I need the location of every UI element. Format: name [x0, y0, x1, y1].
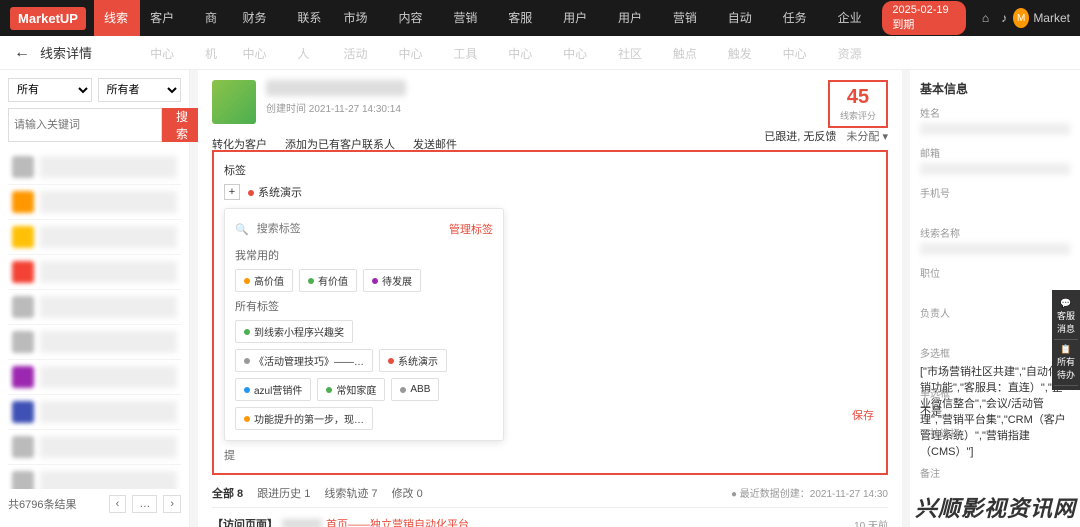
nav-item-4[interactable]: 联系人 — [287, 0, 333, 36]
info-panel-title: 基本信息 — [920, 80, 1070, 97]
tag-panel: 标签 + 系统演示 管理标签 我常用的 高价值有价值待发展 所有标签 到线索小程… — [212, 150, 888, 475]
lead-detail-panel: 创建时间 2021-11-27 14:30:14 45 线索评分 转化为客户添加… — [198, 70, 902, 527]
activity-tab-2[interactable]: 线索轨迹 7 — [324, 485, 377, 501]
score-label: 线索评分 — [840, 109, 876, 122]
activity-tab-1[interactable]: 跟进历史 1 — [257, 485, 310, 501]
score-box: 45 线索评分 — [828, 80, 888, 128]
lead-item[interactable] — [8, 430, 181, 465]
pager-more[interactable]: … — [132, 495, 157, 513]
nav-item-11[interactable]: 营销触点 — [663, 0, 718, 36]
total-count: 共6796条结果 — [8, 496, 76, 512]
activity-tab-3[interactable]: 修改 0 — [392, 485, 423, 501]
info-field: 姓名 — [920, 105, 1070, 135]
brand-logo[interactable]: MarketUP — [10, 7, 86, 30]
recent-tags-title: 我常用的 — [235, 247, 493, 263]
lead-avatar — [212, 80, 256, 124]
tag-chip[interactable]: 系统演示 — [379, 349, 447, 372]
activity-tab-0[interactable]: 全部 8 — [212, 485, 243, 501]
lead-item[interactable] — [8, 185, 181, 220]
nav-item-12[interactable]: 自动触发 — [718, 0, 773, 36]
manage-tags-link[interactable]: 管理标签 — [449, 221, 493, 237]
nav-item-1[interactable]: 客户中心 — [140, 0, 195, 36]
assign-status[interactable]: 未分配 ▾ — [846, 128, 888, 144]
tag-chip[interactable]: azul营销件 — [235, 378, 311, 401]
back-arrow-icon[interactable]: ← — [14, 44, 30, 62]
activity-item: 【访问页面】首页——独立营销自动化平台10 天前来自：https://www.m… — [212, 508, 888, 527]
tag-section-label: 标签 — [224, 162, 876, 178]
tag-chip[interactable]: ABB — [391, 378, 439, 401]
activity-list: 【访问页面】首页——独立营销自动化平台10 天前来自：https://www.m… — [212, 508, 888, 527]
nav-item-13[interactable]: 任务中心 — [773, 0, 828, 36]
lead-item[interactable] — [8, 325, 181, 360]
user-avatar-icon[interactable]: M — [1013, 8, 1029, 28]
current-tag[interactable]: 系统演示 — [248, 184, 302, 200]
lead-item[interactable] — [8, 290, 181, 325]
nav-item-6[interactable]: 内容中心 — [388, 0, 443, 36]
tag-dropdown: 管理标签 我常用的 高价值有价值待发展 所有标签 到线索小程序兴趣奖《活动管理技… — [224, 208, 504, 441]
nav-item-2[interactable]: 商机 — [195, 0, 232, 36]
activity-recent-time: ● 最近数据创建：2021-11-27 14:30 — [731, 485, 888, 501]
info-field: 多选框["市场营销社区共建","自动化营销功能","客服具：直连）","企业微信… — [920, 345, 1070, 375]
tag-chip[interactable]: 有价值 — [299, 269, 357, 292]
lead-item[interactable] — [8, 255, 181, 290]
activity-link[interactable]: 首页——独立营销自动化平台 — [326, 516, 469, 527]
search-icon — [235, 222, 253, 236]
lead-list — [8, 150, 181, 489]
pager: 共6796条结果 ‹ … › — [8, 489, 181, 519]
save-tags-button[interactable]: 保存 — [852, 407, 874, 423]
lead-item[interactable] — [8, 465, 181, 489]
info-field: 负责人 — [920, 305, 1070, 335]
help-icon[interactable]: ♪ — [1001, 11, 1007, 25]
tag-search-input[interactable] — [253, 219, 449, 239]
tag-chip[interactable]: 功能提升的第一步，现… — [235, 407, 373, 430]
lead-list-panel: 所有 所有者 搜索 共6796条结果 ‹ … › — [0, 70, 190, 527]
side-float-menu[interactable]: 💬客服消息 📋所有待办 — [1052, 290, 1080, 390]
filter-scope[interactable]: 所有 — [8, 78, 92, 102]
side-float-chat[interactable]: 💬客服消息 — [1054, 294, 1078, 340]
search-input[interactable] — [8, 108, 162, 142]
activity-tabs: 全部 8 跟进历史 1 线索轨迹 7 修改 0 ● 最近数据创建：2021-11-27 … — [212, 485, 888, 508]
add-tag-button[interactable]: + — [224, 184, 240, 200]
nav-item-14[interactable]: 企业资源 — [828, 0, 883, 36]
lead-item[interactable] — [8, 220, 181, 255]
tag-chip[interactable]: 《活动管理技巧》——… — [235, 349, 373, 372]
nav-item-8[interactable]: 客服中心 — [498, 0, 553, 36]
info-field: 手机号 — [920, 185, 1070, 215]
nav-item-9[interactable]: 用户中心 — [553, 0, 608, 36]
tag-footer-hint: 提 — [224, 447, 876, 463]
side-float-todo[interactable]: 📋所有待办 — [1054, 340, 1078, 386]
lead-created-time: 创建时间 2021-11-27 14:30:14 — [266, 100, 406, 115]
watermark: 兴顺影视资讯网 — [915, 491, 1076, 523]
nav-item-3[interactable]: 财务中心 — [232, 0, 287, 36]
pager-next[interactable]: › — [163, 495, 181, 513]
lead-item[interactable] — [8, 395, 181, 430]
lead-item[interactable] — [8, 150, 181, 185]
nav-item-0[interactable]: 线索池 — [94, 0, 140, 36]
home-icon[interactable]: ⌂ — [982, 11, 989, 25]
tag-chip[interactable]: 高价值 — [235, 269, 293, 292]
all-tags-title: 所有标签 — [235, 298, 493, 314]
info-field: 邮箱 — [920, 145, 1070, 175]
tag-chip[interactable]: 到线索小程序兴趣奖 — [235, 320, 353, 343]
page-title: 线索详情 — [40, 43, 92, 62]
filter-owner[interactable]: 所有者 — [98, 78, 182, 102]
lead-item[interactable] — [8, 360, 181, 395]
info-field: 线索名称 — [920, 225, 1070, 255]
info-field: 职位 — [920, 265, 1070, 295]
user-name[interactable]: Market — [1033, 11, 1070, 25]
stage-status[interactable]: 已跟进, 无反馈 — [764, 128, 836, 144]
lead-name — [266, 80, 406, 96]
tag-chip[interactable]: 待发展 — [363, 269, 421, 292]
tag-chip[interactable]: 常知家庭 — [317, 378, 385, 401]
score-value: 45 — [840, 86, 876, 109]
search-button[interactable]: 搜索 — [162, 108, 202, 142]
expiry-badge[interactable]: 2025-02-19到期 — [882, 1, 965, 35]
nav-item-5[interactable]: 市场活动 — [334, 0, 389, 36]
top-nav: MarketUP 线索池客户中心商机财务中心联系人市场活动内容中心营销工具客服中… — [0, 0, 1080, 36]
pager-prev[interactable]: ‹ — [109, 495, 127, 513]
nav-item-7[interactable]: 营销工具 — [443, 0, 498, 36]
nav-item-10[interactable]: 用户社区 — [608, 0, 663, 36]
